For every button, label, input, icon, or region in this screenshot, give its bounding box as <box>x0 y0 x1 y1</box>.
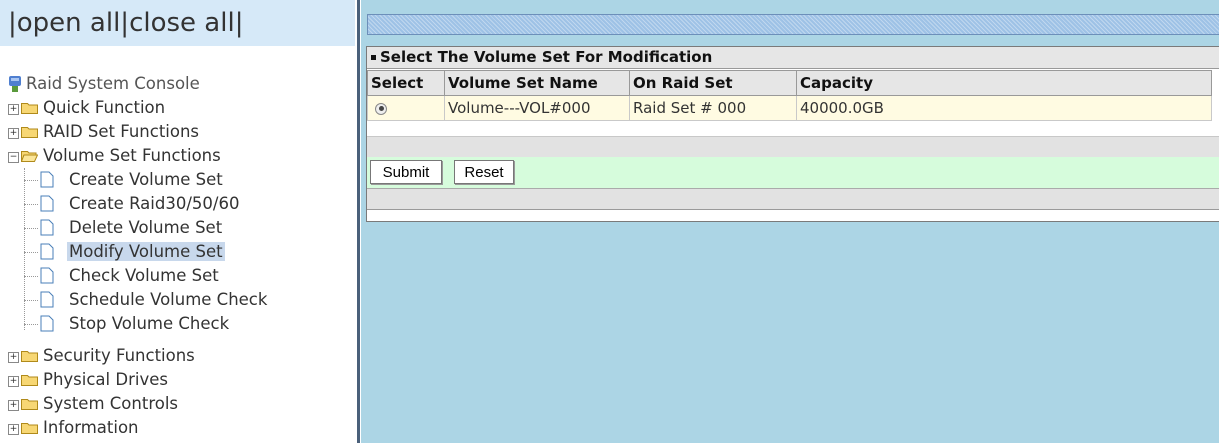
tree-item-information[interactable]: + Information <box>8 416 141 440</box>
panel-title: Select The Volume Set For Modification <box>367 47 1219 69</box>
tree-item-label: System Controls <box>43 394 179 413</box>
folder-icon <box>21 351 38 362</box>
tree-item-schedule-volume-check[interactable]: Schedule Volume Check <box>24 288 269 312</box>
page-icon <box>40 243 54 260</box>
tree-root[interactable]: Raid System Console <box>8 72 202 96</box>
button-row: Submit Reset <box>367 157 1219 189</box>
frame-divider <box>357 0 360 443</box>
expand-icon[interactable]: + <box>8 128 19 139</box>
tree-item-create-raid30-50-60[interactable]: Create Raid30/50/60 <box>24 192 241 216</box>
nav-tree-frame: |open all|close all| Raid System Console… <box>0 0 355 443</box>
close-all-link[interactable]: close all <box>129 8 235 38</box>
tree-item-stop-volume-check[interactable]: Stop Volume Check <box>24 312 231 336</box>
header-strip <box>367 14 1219 35</box>
col-select: Select <box>367 70 445 96</box>
main-frame: Select The Volume Set For Modification S… <box>361 0 1219 443</box>
tree-item-label: Quick Function <box>43 98 166 117</box>
folder-icon <box>21 127 38 138</box>
capacity-cell: 40000.0GB <box>796 95 1212 121</box>
expand-icon[interactable]: + <box>8 400 19 411</box>
raid-console-icon <box>9 76 21 92</box>
tree-item-volume-set-functions[interactable]: − Volume Set Functions <box>8 144 223 168</box>
footer-row <box>367 189 1219 210</box>
tree-item-label: Volume Set Functions <box>43 146 221 165</box>
tree-item-label: Modify Volume Set <box>67 242 225 261</box>
table-row: Volume---VOL#000 Raid Set # 000 40000.0G… <box>367 95 1212 121</box>
panel-title-text: Select The Volume Set For Modification <box>380 48 713 66</box>
tree-item-label: Create Raid30/50/60 <box>69 194 240 213</box>
tree-item-delete-volume-set[interactable]: Delete Volume Set <box>24 216 224 240</box>
page-icon <box>40 267 54 284</box>
page-icon <box>40 195 54 212</box>
page-icon <box>40 315 54 332</box>
open-all-link[interactable]: open all <box>17 8 121 38</box>
tree-item-system-controls[interactable]: + System Controls <box>8 392 180 416</box>
collapse-icon[interactable]: − <box>8 152 19 163</box>
open-close-bar: |open all|close all| <box>0 0 355 46</box>
tree-item-label: Security Functions <box>43 346 195 365</box>
tree-item-create-volume-set[interactable]: Create Volume Set <box>24 168 225 192</box>
tree-item-security-functions[interactable]: + Security Functions <box>8 344 197 368</box>
open-folder-icon <box>21 151 38 162</box>
folder-icon <box>21 399 38 410</box>
sep-1: | <box>8 8 17 38</box>
tree-item-modify-volume-set[interactable]: Modify Volume Set <box>24 240 225 264</box>
folder-icon <box>21 375 38 386</box>
submit-button[interactable]: Submit <box>370 160 442 184</box>
tree-item-label: Schedule Volume Check <box>69 290 268 309</box>
expand-icon[interactable]: + <box>8 104 19 115</box>
tree-item-label: Stop Volume Check <box>69 314 230 333</box>
expand-icon[interactable]: + <box>8 376 19 387</box>
tree-item-quick-function[interactable]: + Quick Function <box>8 96 167 120</box>
raid-set-cell: Raid Set # 000 <box>629 95 797 121</box>
select-cell <box>367 95 445 121</box>
page-icon <box>40 291 54 308</box>
tree-item-label: Check Volume Set <box>69 266 219 285</box>
volume-name-cell: Volume---VOL#000 <box>444 95 630 121</box>
tree-item-label: Information <box>43 418 139 437</box>
tree-item-label: Delete Volume Set <box>69 218 223 237</box>
volume-select-panel: Select The Volume Set For Modification S… <box>366 46 1219 222</box>
select-radio[interactable] <box>375 102 387 115</box>
tree-item-raid-set-functions[interactable]: + RAID Set Functions <box>8 120 201 144</box>
tree-item-label: RAID Set Functions <box>43 122 200 141</box>
tree-item-label: Create Volume Set <box>69 170 223 189</box>
col-raid-set: On Raid Set <box>629 70 797 96</box>
page-icon <box>40 171 54 188</box>
volume-table: Select Volume Set Name On Raid Set Capac… <box>367 70 1212 121</box>
page-icon <box>40 219 54 236</box>
reset-button[interactable]: Reset <box>454 160 514 184</box>
col-capacity: Capacity <box>796 70 1212 96</box>
table-header-row: Select Volume Set Name On Raid Set Capac… <box>367 70 1212 96</box>
spacer-row <box>367 136 1219 158</box>
sep-3: | <box>234 8 244 38</box>
expand-icon[interactable]: + <box>8 424 19 435</box>
tree-root-label: Raid System Console <box>26 74 200 93</box>
bullet-icon <box>371 55 376 60</box>
expand-icon[interactable]: + <box>8 352 19 363</box>
sep-2: | <box>120 8 130 38</box>
tree-item-check-volume-set[interactable]: Check Volume Set <box>24 264 221 288</box>
tree-item-label: Physical Drives <box>43 370 168 389</box>
col-volume-name: Volume Set Name <box>444 70 630 96</box>
tree-item-physical-drives[interactable]: + Physical Drives <box>8 368 170 392</box>
folder-icon <box>21 423 38 434</box>
folder-icon <box>21 103 38 114</box>
